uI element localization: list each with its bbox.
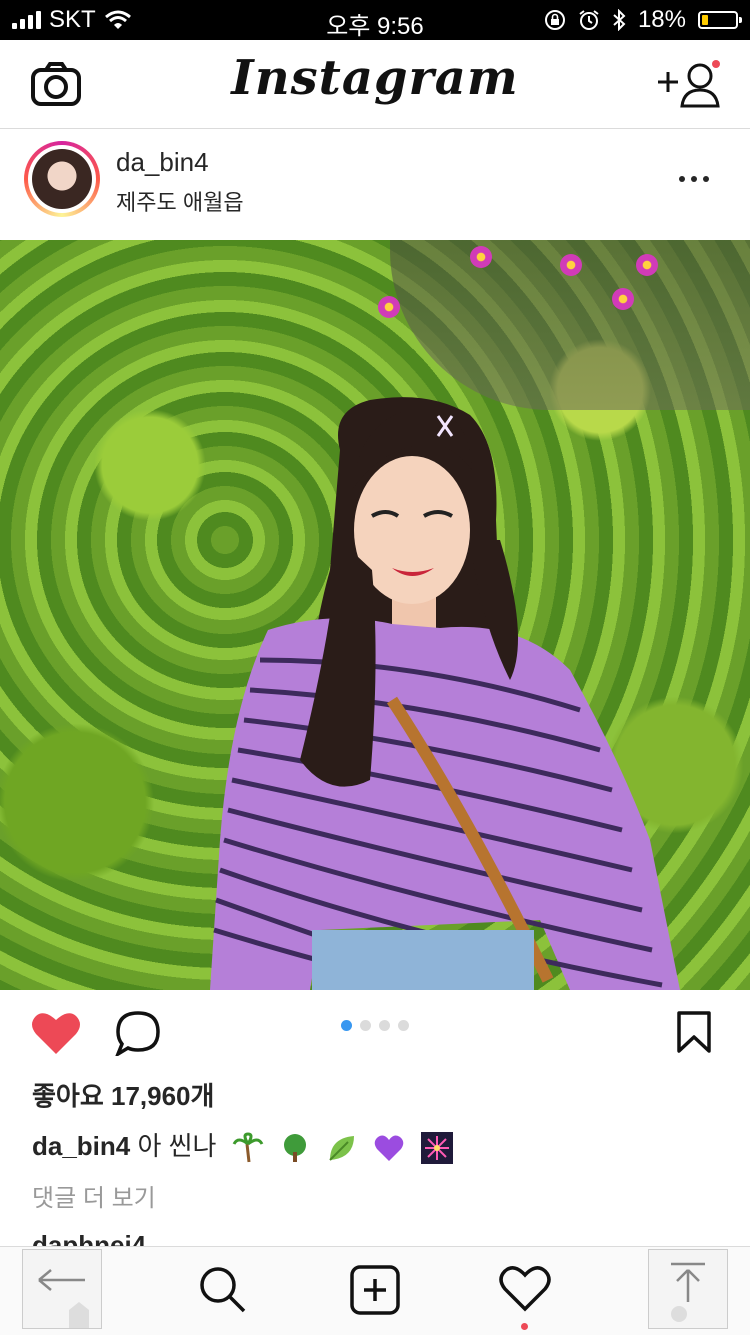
bluetooth-icon [613,9,626,31]
battery-icon [698,11,742,29]
person-figure [210,397,680,990]
tab-home[interactable] [22,1249,102,1329]
post-username[interactable]: da_bin4 [116,147,209,178]
purple-heart-icon [375,1135,404,1162]
carousel-dot-active [341,1020,352,1031]
caption-username[interactable]: da_bin4 [32,1131,130,1161]
battery-percent: 18% [637,6,686,33]
status-bar: SKT 오후 9:56 18% [0,0,750,40]
comment-icon[interactable] [114,1010,162,1056]
more-options-icon[interactable] [674,173,714,185]
post-header: da_bin4 제주도 애월읍 [0,129,750,239]
tab-activity[interactable] [498,1263,552,1330]
caption-text: 아 씬나 [137,1131,217,1161]
firework-icon [420,1132,453,1165]
notification-dot [712,60,720,68]
first-comment-user[interactable]: daphnei4 [32,1230,146,1246]
add-user-button[interactable] [656,58,722,110]
likes-count[interactable]: 좋아요 17,960개 [32,1076,214,1113]
view-comments-link[interactable]: 댓글 더 보기 [32,1178,156,1213]
carousel-dot [379,1020,390,1031]
like-heart-icon[interactable] [30,1010,82,1056]
post-location[interactable]: 제주도 애월읍 [116,185,244,217]
tab-add-post[interactable] [348,1263,402,1317]
back-arrow-icon [38,1269,89,1328]
heart-outline-icon [499,1266,551,1312]
carousel-indicator [0,1020,750,1031]
carousel-dot [360,1020,371,1031]
tab-profile[interactable] [648,1249,728,1329]
avatar[interactable] [24,141,100,217]
post-caption: da_bin4 아 씬나 [32,1126,453,1165]
search-icon [200,1267,246,1313]
app-header: Instagram [0,40,750,129]
bottom-tab-bar [0,1246,750,1335]
add-post-icon [350,1265,400,1315]
leaf-icon [329,1136,355,1161]
tab-search[interactable] [196,1263,250,1317]
orientation-lock-icon [544,10,565,30]
palm-tree-icon [232,1132,264,1163]
alarm-icon [579,10,599,30]
avatar-image [32,149,92,209]
post-actions [0,992,750,1078]
activity-notification-dot [521,1323,528,1330]
scroll-to-top-icon [671,1262,705,1322]
tree-icon [283,1134,306,1163]
instagram-logo: Instagram [231,50,519,106]
carousel-dot [398,1020,409,1031]
status-right: 18% [544,6,742,34]
post-photo[interactable] [0,240,750,990]
bookmark-icon[interactable] [676,1010,712,1054]
